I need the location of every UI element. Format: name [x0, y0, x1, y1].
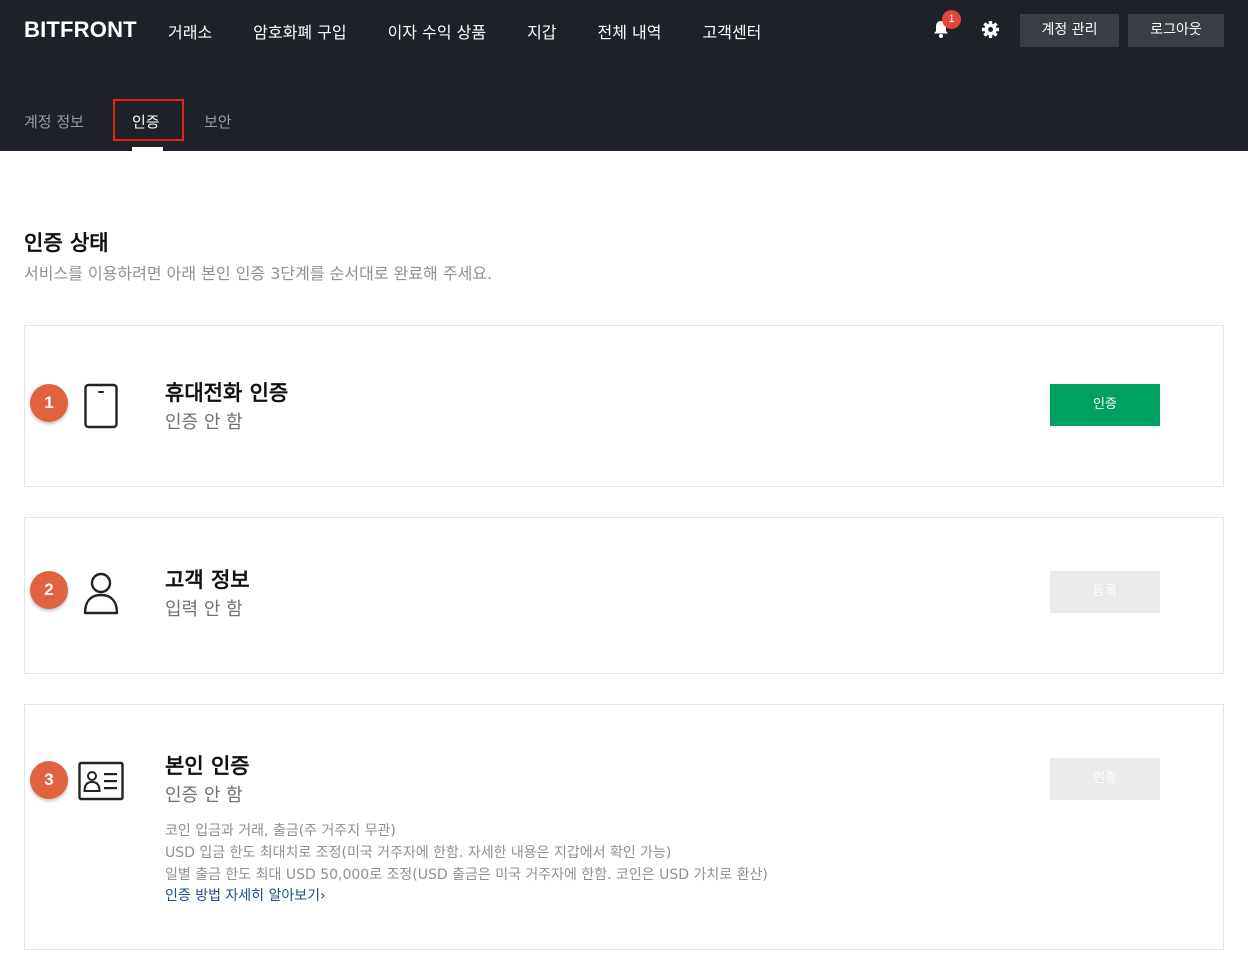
verify-identity-button[interactable]: 인증	[1050, 758, 1160, 800]
tab-account-info[interactable]: 계정 정보	[24, 111, 84, 132]
register-info-button[interactable]: 등록	[1050, 571, 1160, 613]
nav-item-exchange[interactable]: 거래소	[168, 19, 212, 43]
nav-item-support[interactable]: 고객센터	[703, 19, 762, 43]
notification-badge: 1	[942, 10, 961, 29]
phone-icon	[84, 383, 118, 429]
nav-item-wallet[interactable]: 지갑	[527, 19, 556, 43]
nav-item-earn[interactable]: 이자 수익 상품	[388, 19, 487, 43]
learn-more-link[interactable]: 인증 방법 자세히 알아보기›	[165, 885, 326, 905]
tab-verification[interactable]: 인증	[132, 111, 160, 132]
chevron-right-icon: ›	[320, 888, 326, 904]
benefit-line: USD 입금 한도 최대치로 조정(미국 거주자에 한함. 자세한 내용은 지갑…	[165, 845, 672, 861]
step-card-customer-info: 2 고객 정보 입력 안 함 등록	[24, 517, 1224, 674]
benefit-line: 코인 입금과 거래, 출금(주 거주지 무관)	[165, 823, 396, 839]
tab-security[interactable]: 보안	[204, 111, 232, 132]
learn-more-label: 인증 방법 자세히 알아보기	[165, 888, 321, 904]
step-title: 휴대전화 인증	[165, 381, 289, 405]
step-title: 고객 정보	[165, 568, 250, 592]
section-description: 서비스를 이용하려면 아래 본인 인증 3단계를 순서대로 완료해 주세요.	[24, 264, 493, 283]
verify-phone-button[interactable]: 인증	[1050, 384, 1160, 426]
step-title: 본인 인증	[165, 754, 250, 778]
step-card-phone: 1 휴대전화 인증 인증 안 함 인증	[24, 325, 1224, 487]
person-icon	[83, 572, 119, 615]
top-header: BITFRONT 거래소 암호화폐 구입 이자 수익 상품 지갑 전체 내역 고…	[0, 0, 1248, 151]
nav-item-history[interactable]: 전체 내역	[598, 19, 662, 43]
nav-item-buy-crypto[interactable]: 암호화폐 구입	[253, 19, 346, 43]
logout-button[interactable]: 로그아웃	[1128, 14, 1224, 47]
gear-icon[interactable]	[981, 20, 1000, 39]
active-tab-underline	[132, 147, 163, 151]
section-title: 인증 상태	[24, 231, 109, 255]
step-number-badge: 2	[30, 571, 68, 609]
step-status: 입력 안 함	[165, 599, 243, 620]
step-number-badge: 1	[30, 384, 68, 422]
brand-logo[interactable]: BITFRONT	[24, 17, 137, 43]
benefit-line: 일별 출금 한도 최대 USD 50,000로 조정(USD 출금은 미국 거주…	[165, 867, 768, 883]
account-management-button[interactable]: 계정 관리	[1020, 14, 1119, 47]
step-number-badge: 3	[30, 761, 68, 799]
step-status: 인증 안 함	[165, 785, 243, 806]
identity-benefits-list: 코인 입금과 거래, 출금(주 거주지 무관) USD 입금 한도 최대치로 조…	[165, 820, 768, 886]
main-nav: 거래소 암호화폐 구입 이자 수익 상품 지갑 전체 내역 고객센터	[168, 19, 802, 43]
step-card-identity: 3 본인 인증 인증 안 함 코인 입금과 거래, 출금(주 거주지 무관) U…	[24, 704, 1224, 950]
id-card-icon	[78, 761, 124, 801]
step-status: 인증 안 함	[165, 412, 243, 433]
